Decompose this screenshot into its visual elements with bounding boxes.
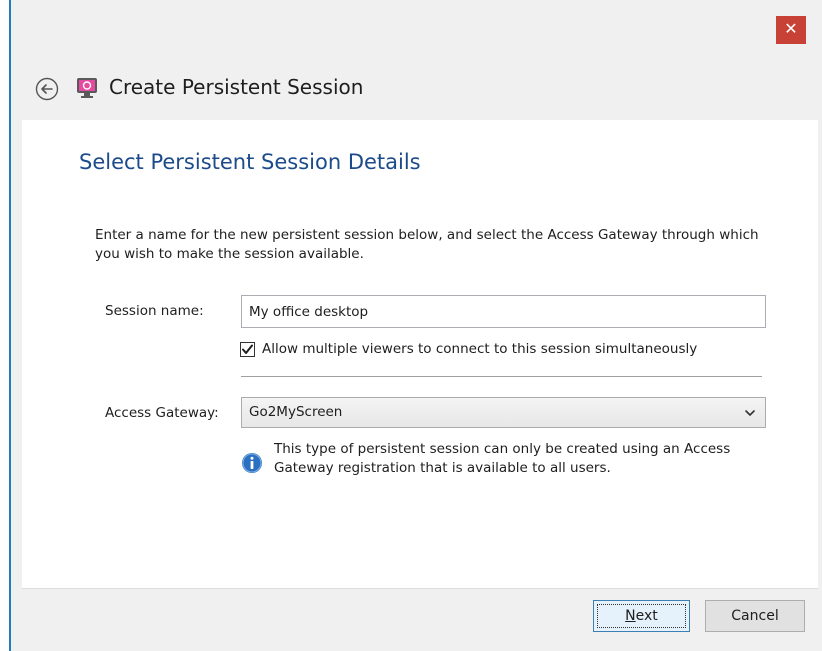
title-bar: ✕ bbox=[11, 0, 822, 60]
page-heading: Select Persistent Session Details bbox=[79, 150, 421, 174]
divider bbox=[241, 376, 762, 377]
wizard-header: Create Persistent Session bbox=[11, 60, 822, 120]
app-icon bbox=[77, 78, 97, 98]
info-text: This type of persistent session can only… bbox=[274, 441, 731, 476]
dialog-window: ✕ Create Persistent Session Select Persi… bbox=[0, 0, 822, 651]
close-button[interactable]: ✕ bbox=[776, 16, 806, 44]
access-gateway-value: Go2MyScreen bbox=[249, 404, 343, 420]
close-icon: ✕ bbox=[784, 21, 798, 38]
back-button[interactable] bbox=[35, 77, 59, 101]
next-mnemonic: N bbox=[625, 608, 636, 624]
session-name-label: Session name: bbox=[105, 303, 204, 319]
intro-text: Enter a name for the new persistent sess… bbox=[95, 227, 759, 262]
back-arrow-icon bbox=[35, 77, 59, 101]
access-gateway-select[interactable]: Go2MyScreen bbox=[241, 397, 766, 428]
allow-multiple-label[interactable]: Allow multiple viewers to connect to thi… bbox=[262, 341, 697, 357]
checkmark-icon bbox=[242, 344, 253, 354]
access-gateway-label: Access Gateway: bbox=[105, 405, 219, 421]
cancel-button[interactable]: Cancel bbox=[705, 600, 805, 632]
wizard-content: Select Persistent Session Details Enter … bbox=[22, 120, 818, 588]
next-rest: ext bbox=[635, 608, 658, 624]
info-icon bbox=[242, 453, 262, 473]
wizard-footer: Next Cancel bbox=[22, 588, 818, 649]
allow-multiple-checkbox[interactable] bbox=[240, 342, 255, 357]
chevron-down-icon bbox=[745, 410, 755, 416]
wizard-title: Create Persistent Session bbox=[109, 75, 364, 99]
next-button-label: Next bbox=[597, 604, 686, 628]
window-left-border bbox=[0, 0, 11, 651]
session-name-input[interactable] bbox=[241, 295, 766, 328]
next-button[interactable]: Next bbox=[593, 600, 690, 632]
